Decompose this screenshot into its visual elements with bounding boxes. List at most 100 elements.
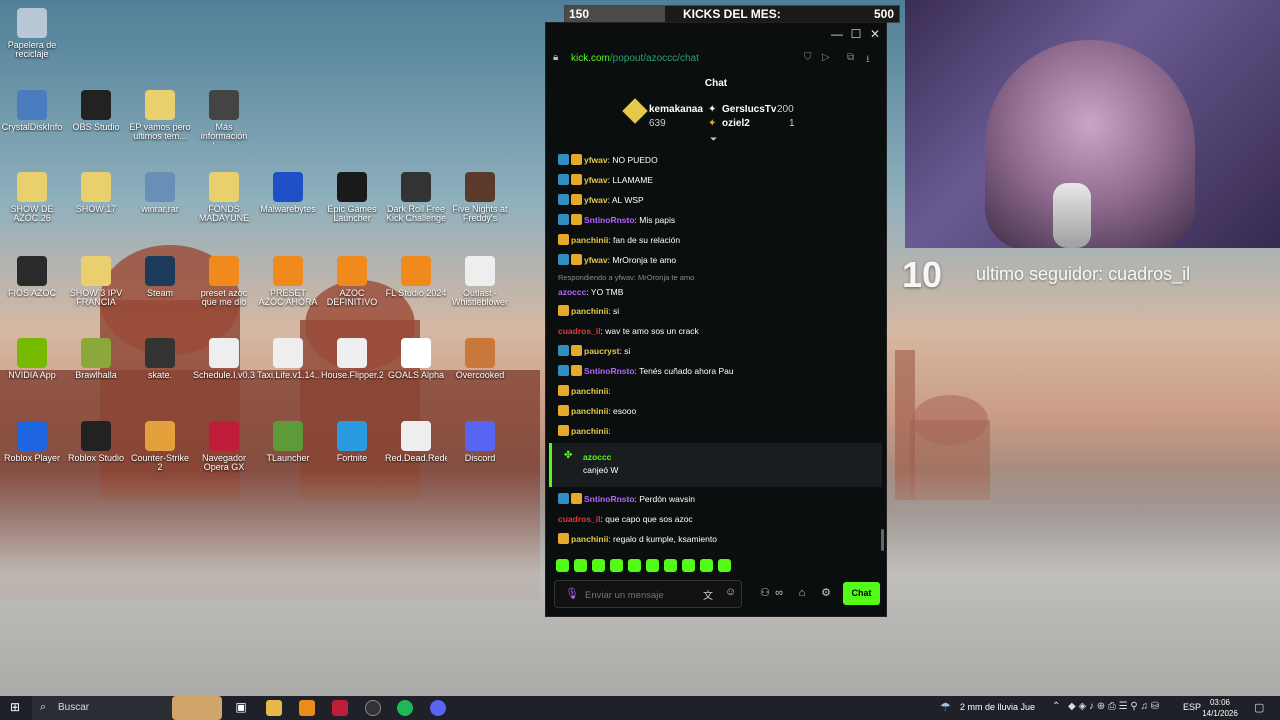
infinity-icon[interactable]: ∞ [772,586,786,600]
desktop-icon[interactable]: Taxi.Life.v1.14... [257,338,319,380]
emote-icon[interactable] [628,559,641,572]
address-bar[interactable]: 🔒︎ kick.com/popout/azoccc/chat ⛉ ▷ ⧉ ⭳ [546,47,886,71]
chat-username[interactable]: panchinii [571,306,608,316]
desktop-icon[interactable]: Overcooked [449,338,511,380]
task-view-icon[interactable]: ▣ [233,700,249,716]
minimize-icon[interactable]: — [830,27,844,41]
emote-icon[interactable] [718,559,731,572]
close-icon[interactable]: ✕ [868,27,882,41]
chat-message[interactable]: cuadros_il: wav te amo sos un crack [558,324,699,338]
desktop-icon[interactable]: FIOS AZOC [1,256,63,298]
desktop-icon[interactable]: Epic Games Launcher [321,172,383,224]
chat-message[interactable]: cuadros_il: que capo que sos azoc [558,512,693,526]
weather-text[interactable]: 2 mm de lluvia Jue [960,702,1035,712]
emote-icon[interactable] [556,559,569,572]
emote-icon[interactable] [682,559,695,572]
chat-username[interactable]: paucryst [584,346,619,356]
desktop-icon[interactable]: Papelera de reciclaje [1,8,63,60]
chat-message[interactable]: yfwav: MrOronja te amo [558,253,676,267]
tray-chevron-icon[interactable]: ⌃ [1052,701,1060,712]
chat-input[interactable] [585,587,695,603]
chat-username[interactable]: yfwav [584,255,608,265]
emote-icon[interactable] [664,559,677,572]
emoji-icon[interactable]: ☺ [725,586,736,598]
shield-icon[interactable]: ⛉ [804,52,812,63]
chat-message[interactable]: SntinoRnsto: Perdón wavsin [558,492,695,506]
extensions-icon[interactable]: ⧉ [847,52,854,63]
desktop-icon[interactable]: Five Nights at Freddy's [449,172,511,224]
desktop-icon[interactable]: Roblox Studio [65,421,127,463]
desktop-icon[interactable]: Brawlhalla [65,338,127,380]
spotify-taskbar-icon[interactable] [397,700,413,716]
desktop-icon[interactable]: Red.Dead.Rede... [385,421,447,463]
desktop-icon[interactable]: FL Studio 2024 [385,256,447,298]
chat-username[interactable]: panchinii [571,534,608,544]
desktop-icon[interactable]: SHOW 17 [65,172,127,214]
store-icon[interactable]: ⌂ [795,586,809,600]
emote-bar[interactable] [556,559,736,573]
chat-username[interactable]: azoccc [558,287,586,297]
taskbar-search[interactable]: ⌕ Buscar [32,696,222,720]
desktop-icon[interactable]: Fortnite [321,421,383,463]
emote-icon[interactable] [592,559,605,572]
desktop-icon[interactable]: SHOW 3 IPV FRANCIA [65,256,127,308]
download-icon[interactable]: ⭳ [866,52,870,69]
chat-message[interactable]: panchinii: esooo [558,404,636,418]
chat-username[interactable]: yfwav [584,155,608,165]
notifications-icon[interactable]: ▢ [1254,701,1264,714]
desktop-icon[interactable]: EP vamos pero ultimos tem... [129,90,191,142]
chat-username[interactable]: panchinii [571,406,608,416]
chat-message[interactable]: yfwav: AL WSP [558,193,644,207]
settings-icon[interactable]: ⚙ [819,586,833,600]
mic-icon[interactable]: 🎙︎ [565,587,579,600]
chat-input-box[interactable]: 🎙︎ 文 ☺ [554,580,742,608]
fl-studio-taskbar-icon[interactable] [299,700,315,716]
desktop-icon[interactable]: Malwarebytes [257,172,319,214]
url-text[interactable]: kick.com/popout/azoccc/chat [571,53,699,64]
translate-icon[interactable]: 文 [703,587,713,602]
desktop-icon[interactable]: PRESET AZOC AHORA SI [257,256,319,310]
chat-username[interactable]: SntinoRnsto [584,215,635,225]
desktop-icon[interactable]: preset azoc que me dio gonza [193,256,255,310]
desktop-icon[interactable]: Steam [129,256,191,298]
chat-username[interactable]: panchinii [571,386,608,396]
discord-taskbar-icon[interactable] [430,700,446,716]
users-icon[interactable]: ⚇ [758,586,772,600]
desktop-icon[interactable]: Roblox Player [1,421,63,463]
desktop-icon[interactable]: winrar.rar [129,172,191,214]
desktop-icon[interactable]: CrystalDiskInfo [1,90,63,132]
desktop-icon[interactable]: Outlast - Whistleblower [449,256,511,308]
chat-username[interactable]: SntinoRnsto [584,366,635,376]
taskbar-clock[interactable]: 03:06 14/1/2026 [1194,697,1246,719]
chat-messages[interactable]: ✤ azoccc canjeó W Respondiendo a yfwav: … [546,151,886,571]
chat-message[interactable]: panchinii: regalo d kumple, ksamiento [558,532,717,546]
desktop-icon[interactable]: TLauncher [257,421,319,463]
emote-icon[interactable] [646,559,659,572]
chat-message[interactable]: yfwav: NO PUEDO [558,153,658,167]
desktop-icon[interactable]: skate. [129,338,191,380]
desktop-icon[interactable]: NVIDIA App [1,338,63,380]
desktop-icon[interactable]: Discord [449,421,511,463]
emote-icon[interactable] [610,559,623,572]
chat-message[interactable]: panchinii: fan de su relación [558,233,680,247]
chat-message[interactable]: SntinoRnsto: Tenés cuñado ahora Pau [558,364,734,378]
desktop-icon[interactable]: Schedule.I.v0.3... [193,338,255,380]
expand-icon[interactable]: ⏷ [710,134,717,145]
desktop-icon[interactable]: OBS Studio [65,90,127,132]
desktop-icon[interactable]: SHOW DE AZOC 26 [1,172,63,224]
obs-taskbar-icon[interactable] [365,700,381,716]
send-chat-button[interactable]: Chat [843,582,880,605]
chat-username[interactable]: cuadros_il [558,514,601,524]
chat-username[interactable]: panchinii [571,426,608,436]
chat-username[interactable]: yfwav [584,175,608,185]
file-explorer-icon[interactable] [266,700,282,716]
windows-start-icon[interactable]: ⊞ [10,701,22,713]
desktop-icon[interactable]: Counter-Strike 2 [129,421,191,473]
chat-message[interactable]: panchinii: [558,384,611,398]
tray-icons[interactable]: ◆ ◈ ♪ ⊕ ⎙ ☰ ⚲ ♫ ⛁ [1068,701,1159,712]
desktop-icon[interactable]: Más información sobre esta ima... [193,90,255,144]
emote-icon[interactable] [574,559,587,572]
emote-icon[interactable] [700,559,713,572]
chat-message[interactable]: yfwav: LLAMAME [558,173,653,187]
chat-message[interactable]: SntinoRnsto: Mis papis [558,213,675,227]
